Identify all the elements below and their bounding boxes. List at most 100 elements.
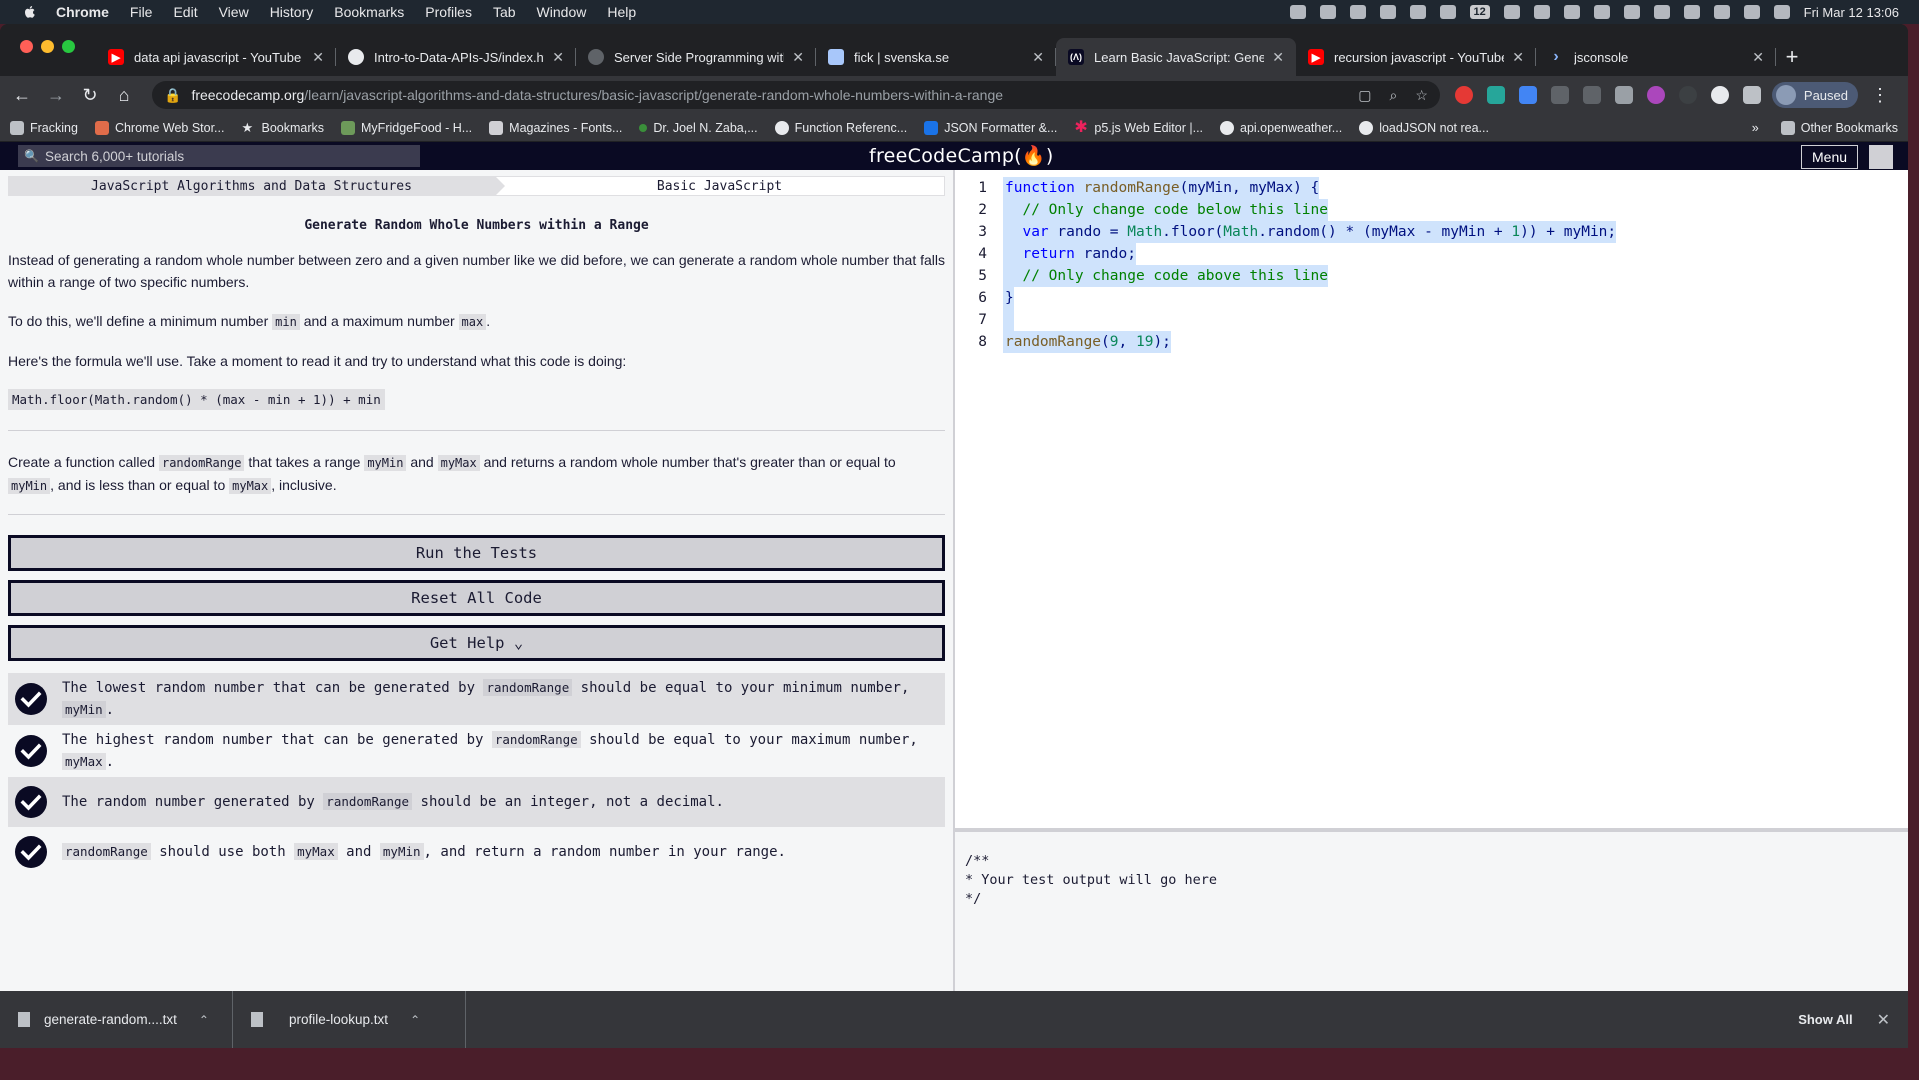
show-all-downloads-button[interactable]: Show All bbox=[1786, 1006, 1864, 1033]
extension-red-icon[interactable] bbox=[1454, 86, 1473, 104]
menu-button[interactable]: Menu bbox=[1801, 145, 1859, 169]
extensions-puzzle-icon[interactable] bbox=[1742, 86, 1761, 104]
extension-rocket-icon[interactable] bbox=[1582, 86, 1601, 104]
menu-view[interactable]: View bbox=[219, 4, 249, 20]
back-icon[interactable]: ← bbox=[8, 81, 36, 109]
bookmark-star-icon[interactable]: ☆ bbox=[1415, 87, 1428, 104]
menu-history[interactable]: History bbox=[270, 4, 314, 20]
menu-bookmarks[interactable]: Bookmarks bbox=[334, 4, 404, 20]
download-item[interactable]: profile-lookup.txt ⌃ bbox=[233, 991, 466, 1048]
bookmark-item[interactable]: ✱ p5.js Web Editor |... bbox=[1074, 119, 1203, 135]
tab-youtube-data-api[interactable]: ▶ data api javascript - YouTube ✕ bbox=[96, 38, 336, 76]
get-help-button[interactable]: Get Help ⌄ bbox=[8, 625, 945, 661]
home-icon[interactable]: ⌂ bbox=[110, 81, 138, 109]
menu-profiles[interactable]: Profiles bbox=[425, 4, 472, 20]
extension-circle-icon[interactable] bbox=[1678, 86, 1697, 104]
profile-button[interactable]: Paused bbox=[1771, 82, 1858, 108]
close-tab-icon[interactable]: ✕ bbox=[792, 49, 804, 66]
extension-n-icon[interactable] bbox=[1486, 86, 1505, 104]
chevron-up-icon[interactable]: ⌃ bbox=[199, 1013, 209, 1027]
chevron-up-icon[interactable]: ⌃ bbox=[410, 1013, 420, 1027]
extension-white-icon[interactable] bbox=[1710, 86, 1729, 104]
apple-icon[interactable] bbox=[22, 4, 38, 20]
bookmark-item[interactable]: loadJSON not rea... bbox=[1359, 120, 1489, 135]
new-tab-button[interactable]: + bbox=[1776, 38, 1808, 76]
battery-icon[interactable] bbox=[1653, 5, 1670, 19]
wifi-icon[interactable] bbox=[1683, 5, 1700, 19]
bluetooth-icon[interactable] bbox=[1623, 5, 1640, 19]
creative-cloud-icon[interactable] bbox=[1289, 5, 1306, 19]
menu-window[interactable]: Window bbox=[537, 4, 587, 20]
siri-icon[interactable] bbox=[1773, 5, 1790, 19]
minimize-window-button[interactable] bbox=[41, 40, 54, 53]
info-icon[interactable] bbox=[1563, 5, 1580, 19]
extension-color-icon[interactable] bbox=[1646, 86, 1665, 104]
dropbox-icon[interactable] bbox=[1319, 5, 1336, 19]
plane-icon[interactable] bbox=[1379, 5, 1396, 19]
bookmarks-overflow-icon[interactable]: » bbox=[1752, 121, 1759, 135]
sync-icon[interactable] bbox=[1349, 5, 1366, 19]
fcc-logo[interactable]: freeCodeCamp(🔥) bbox=[869, 144, 1054, 167]
menu-file[interactable]: File bbox=[130, 4, 153, 20]
run-tests-button[interactable]: Run the Tests bbox=[8, 535, 945, 571]
tab-svenska[interactable]: fick | svenska.se ✕ bbox=[816, 38, 1056, 76]
bookmark-item[interactable]: JSON Formatter &... bbox=[924, 120, 1057, 135]
lock-icon[interactable]: 🔒 bbox=[164, 87, 181, 104]
code-editor[interactable]: 1 function randomRange(myMin, myMax) { 2 … bbox=[955, 170, 1908, 828]
flag-icon[interactable] bbox=[1533, 5, 1550, 19]
bookmark-item[interactable]: MyFridgeFood - H... bbox=[341, 120, 472, 135]
profile-status: Paused bbox=[1803, 87, 1848, 103]
breadcrumb-block[interactable]: Basic JavaScript bbox=[495, 176, 945, 196]
search-box[interactable]: 🔍 bbox=[18, 145, 420, 167]
bookmark-item[interactable]: ★ Bookmarks bbox=[241, 120, 324, 135]
extension-dropbox-icon[interactable] bbox=[1550, 86, 1569, 104]
address-bar[interactable]: 🔒 freecodecamp.org/learn/javascript-algo… bbox=[152, 81, 1440, 109]
menu-app-name[interactable]: Chrome bbox=[56, 4, 109, 20]
close-tab-icon[interactable]: ✕ bbox=[1512, 49, 1524, 66]
spotlight-icon[interactable] bbox=[1713, 5, 1730, 19]
control-center-icon[interactable] bbox=[1743, 5, 1760, 19]
search-input[interactable] bbox=[44, 148, 414, 164]
calendar-icon[interactable]: 12 bbox=[1469, 5, 1490, 19]
clipboard-icon[interactable]: ▢ bbox=[1358, 87, 1371, 104]
bookmark-item[interactable]: Dr. Joel N. Zaba,... bbox=[639, 121, 758, 135]
tab-freecodecamp[interactable]: (Λ) Learn Basic JavaScript: Genera ✕ bbox=[1056, 38, 1296, 76]
reload-icon[interactable]: ↻ bbox=[76, 81, 104, 109]
extension-chat-icon[interactable] bbox=[1614, 86, 1633, 104]
bookmark-item[interactable]: Fracking bbox=[10, 120, 78, 135]
close-tab-icon[interactable]: ✕ bbox=[312, 49, 324, 66]
menu-help[interactable]: Help bbox=[607, 4, 636, 20]
close-tab-icon[interactable]: ✕ bbox=[1272, 49, 1284, 66]
volume-icon[interactable] bbox=[1593, 5, 1610, 19]
tab-github[interactable]: Intro-to-Data-APIs-JS/index.ht ✕ bbox=[336, 38, 576, 76]
user-avatar[interactable] bbox=[1869, 145, 1893, 169]
notification-icon[interactable] bbox=[1409, 5, 1426, 19]
close-window-button[interactable] bbox=[20, 40, 33, 53]
bookmark-item[interactable]: api.openweather... bbox=[1220, 120, 1342, 135]
bookmark-item[interactable]: Function Referenc... bbox=[774, 120, 907, 135]
paperclip-icon[interactable] bbox=[1439, 5, 1456, 19]
close-tab-icon[interactable]: ✕ bbox=[552, 49, 564, 66]
extension-translate-icon[interactable] bbox=[1518, 86, 1537, 104]
menubar-clock[interactable]: Fri Mar 12 13:06 bbox=[1804, 5, 1899, 20]
inline-code: myMin bbox=[62, 701, 106, 718]
reset-code-button[interactable]: Reset All Code bbox=[8, 580, 945, 616]
tab-jsconsole[interactable]: › jsconsole ✕ bbox=[1536, 38, 1776, 76]
zoom-icon[interactable]: ⌕ bbox=[1390, 87, 1398, 104]
close-tab-icon[interactable]: ✕ bbox=[1032, 49, 1044, 66]
bookmark-item[interactable]: Chrome Web Stor... bbox=[94, 120, 224, 135]
tab-youtube-recursion[interactable]: ▶ recursion javascript - YouTube ✕ bbox=[1296, 38, 1536, 76]
breadcrumb-superblock[interactable]: JavaScript Algorithms and Data Structure… bbox=[8, 176, 505, 196]
menu-tab[interactable]: Tab bbox=[493, 4, 516, 20]
forward-icon[interactable]: → bbox=[42, 81, 70, 109]
close-icon[interactable]: ✕ bbox=[1877, 1010, 1890, 1030]
more-menu-icon[interactable]: ⋮ bbox=[1866, 81, 1894, 109]
time-machine-icon[interactable] bbox=[1503, 5, 1520, 19]
close-tab-icon[interactable]: ✕ bbox=[1752, 49, 1764, 66]
tab-server-side[interactable]: Server Side Programming with ✕ bbox=[576, 38, 816, 76]
other-bookmarks-folder[interactable]: Other Bookmarks bbox=[1780, 120, 1898, 135]
maximize-window-button[interactable] bbox=[62, 40, 75, 53]
menu-edit[interactable]: Edit bbox=[173, 4, 197, 20]
bookmark-item[interactable]: Magazines - Fonts... bbox=[489, 120, 622, 135]
download-item[interactable]: generate-random....txt ⌃ bbox=[0, 991, 233, 1048]
